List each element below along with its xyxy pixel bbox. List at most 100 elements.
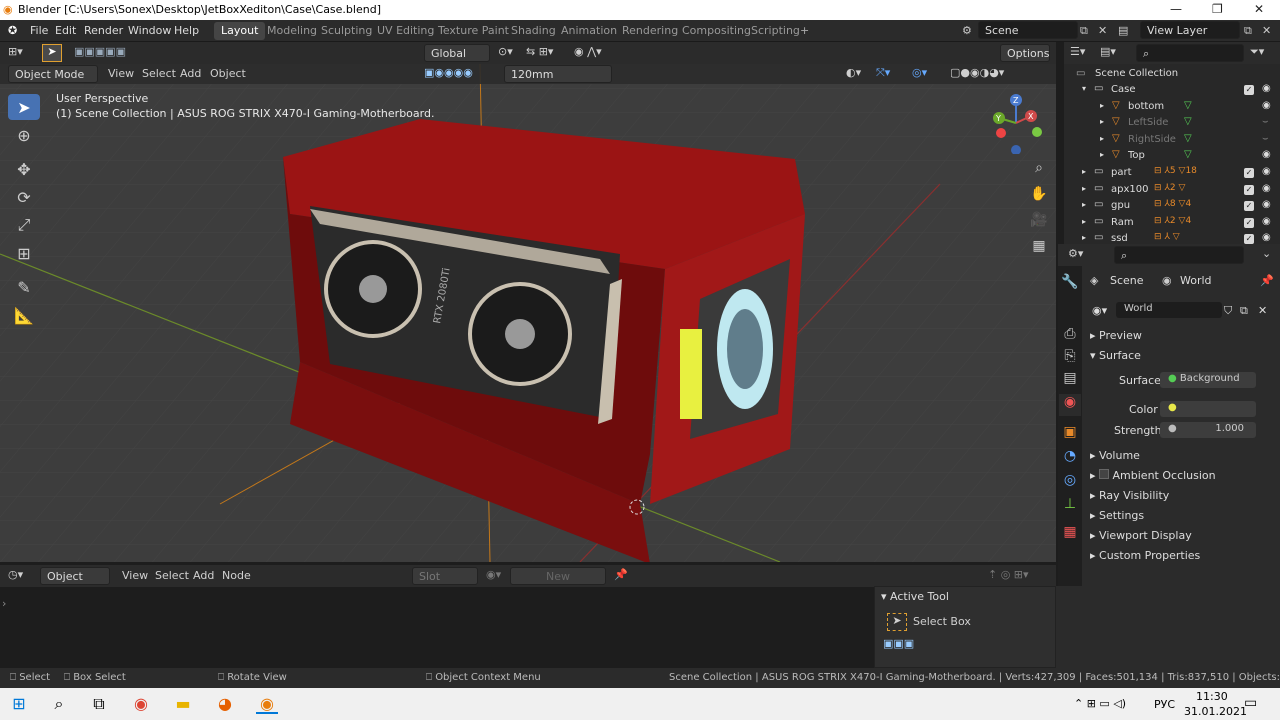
outliner-row-1[interactable]: ▸ ▽ bottom ▽ ◉ (1064, 99, 1280, 116)
viewport-menu-select[interactable]: Select (142, 67, 176, 80)
measure-tool-icon[interactable]: 📐 (8, 302, 40, 328)
node-menu-select[interactable]: Select (155, 569, 189, 582)
expand-arrow-icon[interactable]: ▸ (1100, 150, 1104, 159)
clock-time[interactable]: 11:30 (1196, 690, 1228, 703)
viewport-menu-add[interactable]: Add (180, 67, 201, 80)
new-view-layer-icon[interactable]: ⧉ (1244, 24, 1252, 38)
constraint-tab-icon[interactable]: ⊥ (1059, 496, 1081, 518)
preview-section[interactable]: ▸ Preview (1090, 329, 1142, 342)
file-explorer-icon[interactable]: ▬ (172, 694, 194, 714)
new-scene-icon[interactable]: ⧉ (1080, 24, 1088, 38)
transform-tool-icon[interactable]: ⊞ (8, 240, 40, 266)
delete-view-layer-icon[interactable]: ✕ (1262, 24, 1271, 37)
world-name-field[interactable]: World (1116, 302, 1222, 318)
new-material-button[interactable]: New (510, 567, 606, 585)
custom-properties-section[interactable]: ▸ Custom Properties (1090, 549, 1200, 562)
eye-icon[interactable]: ◉ (1262, 199, 1271, 210)
exclude-checkbox[interactable]: ✓ (1244, 184, 1254, 195)
node-editor-type-icon[interactable]: ◷▾ (8, 568, 23, 581)
settings-section[interactable]: ▸ Settings (1090, 509, 1144, 522)
display-mode-icon[interactable]: ▤▾ (1100, 45, 1116, 58)
surface-shader-field[interactable]: ● Background (1160, 372, 1256, 388)
ambient-occlusion-section[interactable]: ▸ Ambient Occlusion (1090, 469, 1216, 482)
eye-icon[interactable]: ◉ (1262, 83, 1271, 94)
properties-options-icon[interactable]: ⌄ (1262, 247, 1271, 260)
node-pin-icon[interactable]: 📌 (614, 568, 628, 581)
rotate-tool-icon[interactable]: ⟳ (8, 184, 40, 210)
outliner-row-2[interactable]: ▸ ▽ LeftSide ▽ ⌣ (1064, 115, 1280, 132)
exclude-checkbox[interactable]: ✓ (1244, 217, 1254, 228)
clock-date[interactable]: 31.01.2021 (1184, 705, 1247, 718)
select-cursor-icon[interactable]: ➤ (42, 44, 62, 62)
menu-help[interactable]: Help (174, 24, 199, 37)
active-tool-header[interactable]: ▾ Active Tool (881, 590, 949, 603)
task-view-icon[interactable]: ⧉ (88, 694, 110, 714)
expand-arrow-icon[interactable]: ▸ (1100, 117, 1104, 126)
viewport-menu-view[interactable]: View (108, 67, 134, 80)
render-tab-icon[interactable]: ⎙ (1059, 326, 1081, 348)
gizmo-icon[interactable]: ⤧▾ (876, 66, 890, 80)
messenger-app-icon[interactable]: ◉ (130, 694, 152, 714)
parent-node-icon[interactable]: ⇡ ◎ ⊞▾ (988, 568, 1029, 581)
color-field[interactable]: ● (1160, 401, 1256, 417)
world-unlink-icon[interactable]: ✕ (1258, 304, 1267, 317)
windows-start-icon[interactable]: ⊞ (8, 694, 30, 714)
world-copy-icon[interactable]: ⧉ (1240, 304, 1248, 318)
editor-type-icon[interactable]: ⊞▾ (8, 45, 23, 58)
pin-icon[interactable]: 📌 (1260, 274, 1274, 287)
selection-mode-buttons[interactable]: ▣▣▣ (883, 637, 914, 650)
select-mode-icons[interactable]: ▣▣▣▣▣ (74, 45, 126, 58)
camera-icon[interactable]: 🎥 (1028, 212, 1050, 234)
exclude-checkbox[interactable]: ✓ (1244, 85, 1254, 95)
outliner-row-4[interactable]: ▸ ▽ Top ▽ ◉ (1064, 148, 1280, 165)
node-type-dropdown[interactable]: Object (40, 567, 110, 585)
menu-window[interactable]: Window (128, 24, 171, 37)
expand-arrow-icon[interactable]: ▸ (1082, 184, 1086, 193)
viewport-display-section[interactable]: ▸ Viewport Display (1090, 529, 1192, 542)
properties-editor-icon[interactable]: ⚙▾ (1068, 247, 1083, 260)
eye-icon[interactable]: ◉ (1262, 216, 1271, 227)
select-box-tool-icon[interactable]: ➤ (8, 94, 40, 120)
annotate-tool-icon[interactable]: ✎ (8, 274, 40, 300)
tray-icons[interactable]: ⌃ ⊞ ▭ ◁) (1074, 697, 1126, 710)
tab-layout[interactable]: Layout (214, 22, 266, 40)
strength-field[interactable]: ● 1.000 (1160, 422, 1256, 438)
outliner-row-0[interactable]: ▾ ▭ Case ✓ ◉ (1064, 82, 1280, 99)
menu-edit[interactable]: Edit (55, 24, 76, 37)
view-layer-tab-icon[interactable]: ▤ (1059, 370, 1081, 392)
scene-selector[interactable]: Scene (978, 21, 1078, 39)
node-editor-canvas[interactable]: › (0, 587, 874, 668)
slot-dropdown[interactable]: Slot (412, 567, 478, 585)
ray-visibility-section[interactable]: ▸ Ray Visibility (1090, 489, 1169, 502)
outliner-row-6[interactable]: ▸ ▭ apx100 ⊟ ⅄2 ▽ ✓ ◉ (1064, 182, 1280, 199)
physics-tab-icon[interactable]: ◎ (1059, 472, 1081, 494)
viewport-menu-object[interactable]: Object (210, 67, 246, 80)
scale-tool-icon[interactable]: ⤢ (8, 212, 40, 238)
eye-closed-icon[interactable]: ⌣ (1262, 133, 1269, 144)
tab-animation[interactable]: Animation (554, 22, 624, 40)
pan-hand-icon[interactable]: ✋ (1028, 186, 1050, 208)
orientation-dropdown[interactable]: Global (424, 44, 490, 62)
firefox-icon[interactable]: ◕ (214, 694, 236, 714)
output-tab-icon[interactable]: ⎘ (1059, 348, 1081, 370)
pivot-icon[interactable]: ⊙▾ (498, 45, 513, 58)
navigation-gizmo[interactable]: Z X Y (985, 92, 1047, 154)
outliner-row-7[interactable]: ▸ ▭ gpu ⊟ ⅄8 ▽4 ✓ ◉ (1064, 198, 1280, 215)
delete-scene-icon[interactable]: ✕ (1098, 24, 1107, 37)
blender-taskbar-icon[interactable]: ◉ (256, 694, 278, 714)
notifications-icon[interactable]: ▭ (1244, 695, 1257, 711)
zoom-icon[interactable]: ⌕ (1028, 160, 1050, 182)
sidebar-expand-icon[interactable]: › (2, 597, 6, 610)
eye-closed-icon[interactable]: ⌣ (1262, 116, 1269, 127)
mode-dropdown[interactable]: Object Mode (8, 65, 98, 83)
outliner-root[interactable]: ▭ Scene Collection (1064, 66, 1280, 83)
tool-tab-icon[interactable]: 🔧 (1059, 274, 1081, 296)
modifier-tab-icon[interactable]: ◔ (1059, 448, 1081, 470)
expand-arrow-icon[interactable]: ▾ (1082, 84, 1086, 93)
properties-search-input[interactable]: ⌕ (1114, 246, 1244, 264)
options-dropdown[interactable]: Options (1000, 44, 1050, 62)
exclude-checkbox[interactable]: ✓ (1244, 234, 1254, 245)
shading-mode-icons[interactable]: ▢●◉◑◕▾ (950, 66, 1004, 79)
outliner-row-5[interactable]: ▸ ▭ part ⊟ ⅄5 ▽18 ✓ ◉ (1064, 165, 1280, 182)
language-indicator[interactable]: РУС (1154, 698, 1175, 711)
